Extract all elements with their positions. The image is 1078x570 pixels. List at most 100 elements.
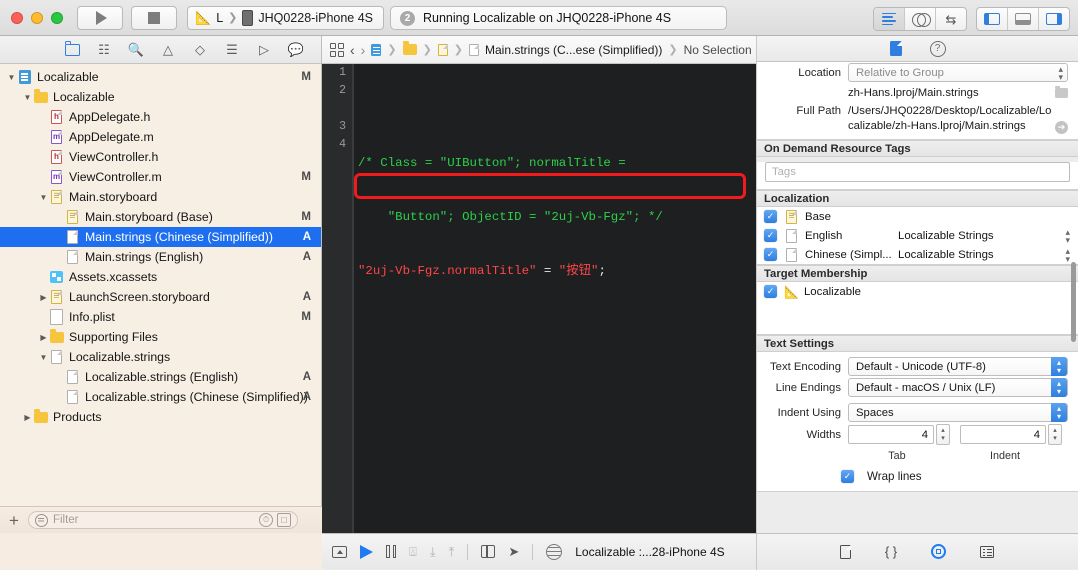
localization-row[interactable]: ✓ English Localizable Strings ▴ ▾ (757, 226, 1078, 245)
tab-width-field[interactable]: 4 (848, 425, 934, 444)
go-forward-button[interactable]: › (361, 43, 366, 57)
chevron-updown-icon[interactable]: ▴ ▾ (1065, 227, 1070, 244)
source-code-view[interactable]: 1 2 3 4 /* Class = "UIButton"; normalTit… (322, 64, 756, 533)
debug-area-toggle-button[interactable] (1007, 8, 1038, 30)
add-file-button[interactable]: + (9, 512, 19, 529)
step-over-button[interactable]: ⍍ (409, 545, 417, 558)
list-item[interactable]: Main.strings (English) A (0, 247, 321, 267)
sidebar-item-issue-navigator[interactable]: △ (152, 37, 184, 63)
breadcrumb-selection-label[interactable]: No Selection (684, 43, 752, 57)
sidebar-item-find-navigator[interactable]: 🔍 (120, 37, 152, 63)
disclosure-triangle[interactable]: ▶ (38, 293, 49, 302)
localization-row[interactable]: ✓ Chinese (Simpl... Localizable Strings ▴ ▾ (757, 245, 1078, 264)
utilities-toggle-button[interactable] (1038, 8, 1069, 30)
indent-width-field[interactable]: 4 (960, 425, 1046, 444)
code-snippet-library-icon[interactable]: { } (885, 545, 897, 558)
list-item[interactable]: ▶ ☰ LaunchScreen.storyboard A (0, 287, 321, 307)
disclosure-triangle[interactable]: ▼ (38, 193, 49, 202)
file-template-library-icon[interactable] (839, 544, 851, 559)
sidebar-item-breakpoint-navigator[interactable]: ▷ (248, 37, 280, 63)
list-item[interactable]: ▶ Products (0, 407, 321, 427)
standard-editor-button[interactable] (874, 8, 904, 30)
list-item[interactable]: Localizable.strings (English) A (0, 367, 321, 387)
text-encoding-popup[interactable]: Default - Unicode (UTF-8) ▴ ▾ (848, 357, 1068, 376)
localization-row[interactable]: ✓ ☰ Base (757, 207, 1078, 226)
list-item[interactable]: m AppDelegate.m (0, 127, 321, 147)
disclosure-triangle[interactable]: ▶ (38, 333, 49, 342)
target-checkbox[interactable]: ✓ (764, 285, 777, 298)
stop-button[interactable] (131, 5, 177, 30)
list-item[interactable]: ▼ ☰ Main.storyboard (0, 187, 321, 207)
sidebar-item-report-navigator[interactable]: 💬 (280, 37, 312, 63)
breadcrumb-file-icon[interactable] (469, 43, 479, 56)
related-items-icon[interactable] (330, 42, 344, 57)
disclosure-triangle[interactable]: ▼ (6, 73, 17, 82)
debug-process-label[interactable]: Localizable :...28-iPhone 4S (575, 545, 724, 559)
chevron-updown-icon[interactable]: ▴ ▾ (1065, 246, 1070, 263)
pause-button[interactable] (386, 545, 396, 558)
sidebar-item-project-navigator[interactable] (56, 37, 88, 63)
scheme-selector[interactable]: 📐 L ❯ JHQ0228-iPhone 4S (187, 5, 385, 30)
close-window-button[interactable] (11, 11, 23, 24)
step-out-button[interactable]: ⤒ (449, 545, 455, 558)
list-item[interactable]: Info.plist M (0, 307, 321, 327)
disclosure-triangle[interactable]: ▼ (22, 93, 33, 102)
simulate-location-button[interactable]: ➤ (508, 545, 519, 558)
issue-count-badge[interactable]: 2 (400, 10, 415, 26)
breadcrumb-folder-icon[interactable] (402, 41, 417, 55)
localization-checkbox[interactable]: ✓ (764, 229, 777, 242)
indent-width-stepper[interactable]: ▴ ▾ (1048, 424, 1062, 445)
filter-input[interactable]: Filter ⏱ ☐ (27, 511, 298, 529)
wrap-lines-row[interactable]: ✓ Wrap lines (757, 466, 1078, 483)
hide-debug-area-button[interactable] (332, 545, 347, 558)
step-into-button[interactable]: ⤓ (430, 545, 436, 558)
wrap-lines-checkbox[interactable]: ✓ (841, 470, 854, 483)
object-library-icon[interactable] (931, 544, 947, 559)
list-item[interactable]: ▼ Localizable (0, 87, 321, 107)
reveal-in-finder-icon[interactable]: ➔ (1055, 121, 1068, 134)
view-hierarchy-button[interactable] (481, 545, 496, 558)
breadcrumb-storyboard-icon[interactable] (437, 43, 448, 56)
list-item[interactable]: Assets.xcassets (0, 267, 321, 287)
inspector-scrollbar[interactable] (1071, 262, 1076, 342)
breadcrumb-project-icon[interactable] (371, 43, 382, 56)
assistant-editor-button[interactable] (904, 8, 935, 30)
sidebar-item-test-navigator[interactable]: ◇ (184, 37, 216, 63)
line-endings-popup[interactable]: Default - macOS / Unix (LF) ▴ ▾ (848, 378, 1068, 397)
target-row[interactable]: ✓ 📐 Localizable (757, 282, 1078, 301)
file-inspector-icon[interactable] (889, 41, 902, 56)
list-item[interactable]: h ViewController.h (0, 147, 321, 167)
quick-help-icon[interactable]: ? (929, 40, 946, 57)
list-item[interactable]: Main.strings (Chinese (Simplified)) A (0, 227, 321, 247)
list-item[interactable]: h AppDelegate.h (0, 107, 321, 127)
continue-button[interactable] (360, 544, 373, 559)
disclosure-triangle[interactable]: ▼ (38, 353, 49, 362)
localization-checkbox[interactable]: ✓ (764, 210, 777, 223)
navigator-toggle-button[interactable] (977, 8, 1007, 30)
minimize-window-button[interactable] (31, 11, 43, 24)
choose-folder-icon[interactable] (1055, 85, 1068, 98)
media-library-icon[interactable] (980, 545, 995, 558)
location-popup[interactable]: Relative to Group ▴ ▾ (848, 63, 1068, 82)
code-text[interactable]: /* Class = "UIButton"; normalTitle = "Bu… (358, 64, 756, 370)
list-item[interactable]: ▶ Supporting Files (0, 327, 321, 347)
tags-input[interactable]: Tags (765, 162, 1070, 182)
sidebar-item-symbol-navigator[interactable]: ☷ (88, 37, 120, 63)
disclosure-triangle[interactable]: ▶ (22, 413, 33, 422)
version-editor-button[interactable]: ⇆ (935, 8, 966, 30)
run-button[interactable] (77, 5, 123, 30)
project-file-tree[interactable]: ▼ Localizable M ▼ Localizable h AppDelegate.h m… (0, 64, 321, 500)
indent-using-popup[interactable]: Spaces ▴ ▾ (848, 403, 1068, 422)
list-item[interactable]: ▼ Localizable.strings (0, 347, 321, 367)
list-item[interactable]: ☰ Main.storyboard (Base) M (0, 207, 321, 227)
list-item[interactable]: ▼ Localizable M (0, 67, 321, 87)
recent-files-filter-icon[interactable]: ⏱ (258, 513, 273, 527)
go-back-button[interactable]: ‹ (350, 43, 355, 57)
sidebar-item-debug-navigator[interactable]: ☰ (216, 37, 248, 63)
tab-width-stepper[interactable]: ▴ ▾ (936, 424, 950, 445)
source-control-filter-icon[interactable]: ☐ (276, 513, 291, 527)
list-item[interactable]: m ViewController.m M (0, 167, 321, 187)
breadcrumb-file-label[interactable]: Main.strings (C...ese (Simplified)) (485, 43, 662, 57)
zoom-window-button[interactable] (51, 11, 63, 24)
localization-checkbox[interactable]: ✓ (764, 248, 777, 261)
